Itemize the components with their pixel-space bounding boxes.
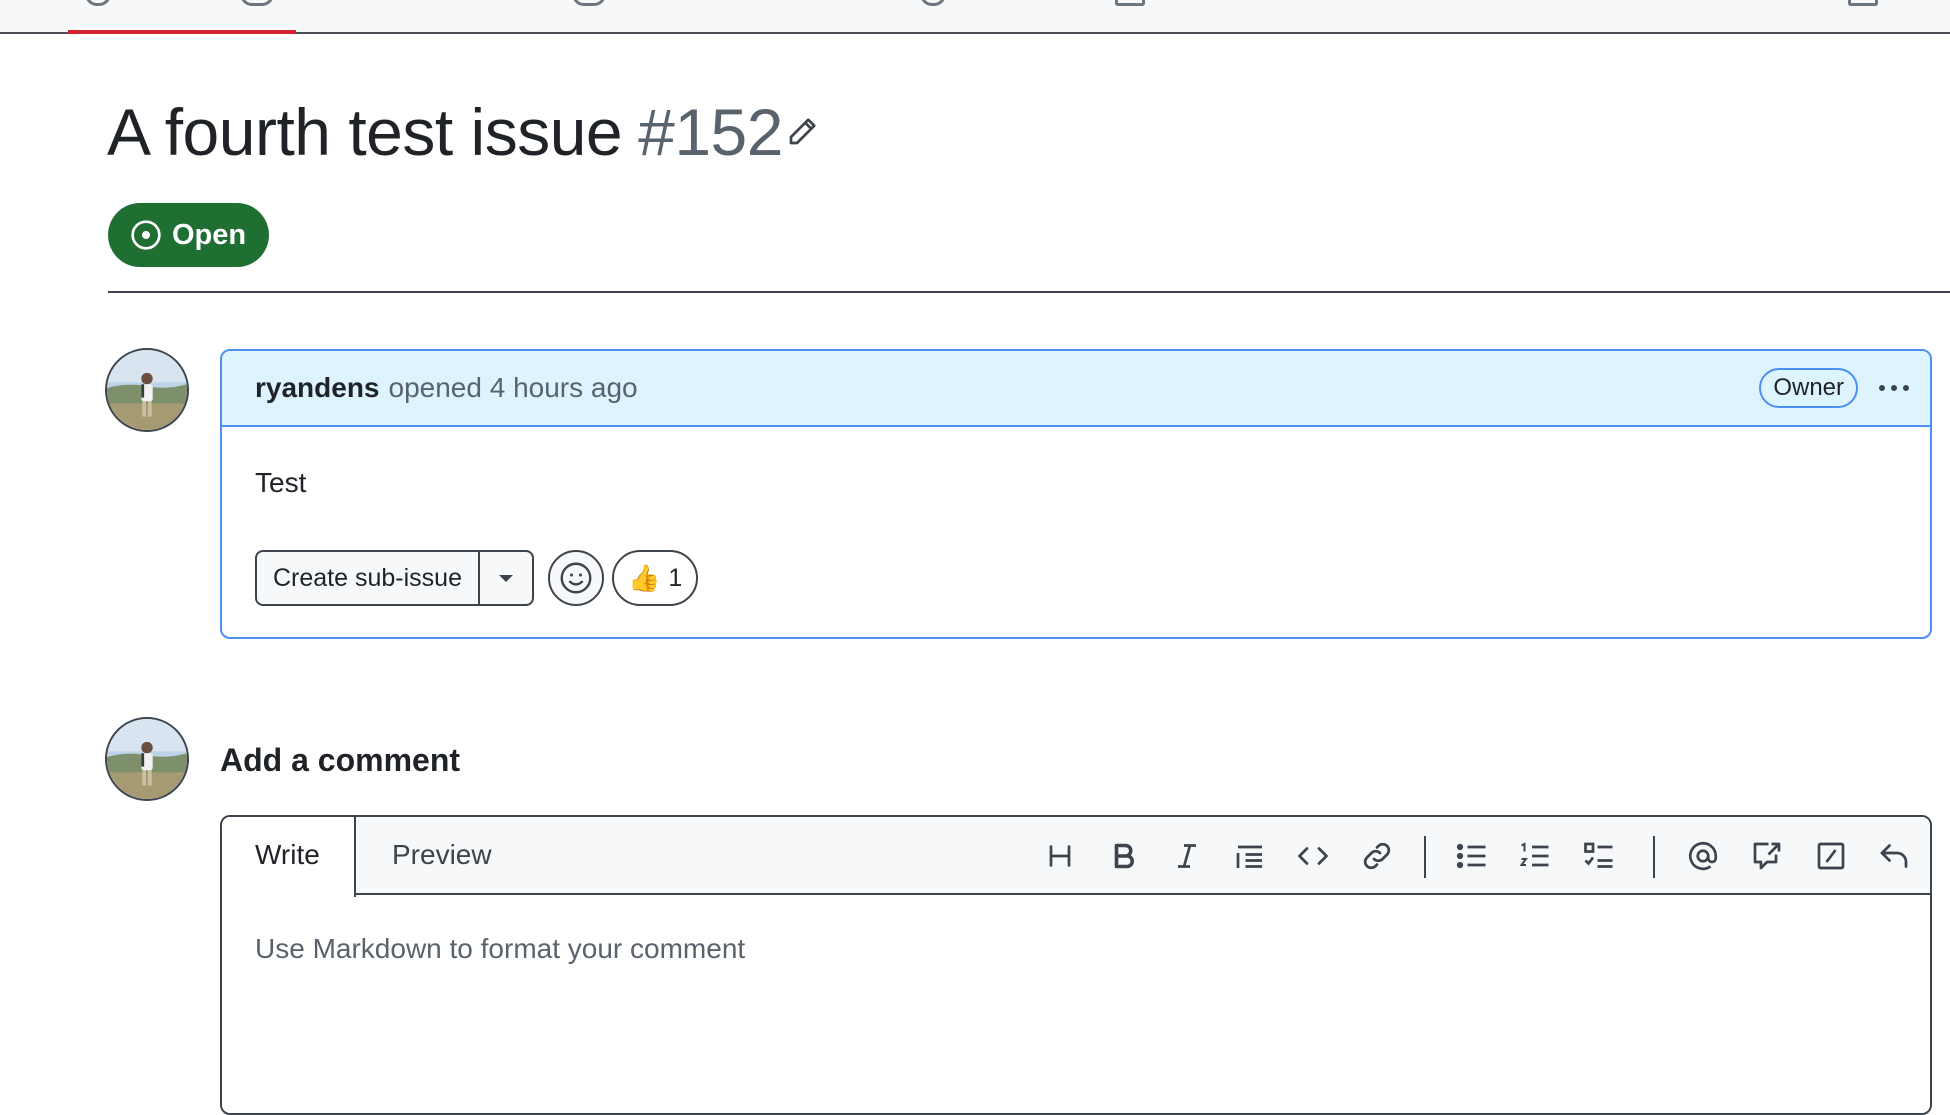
add-comment-heading: Add a comment — [220, 742, 461, 778]
comment-header: ryandens opened 4 hours ago Owner — [222, 351, 1930, 427]
repo-nav-bar — [0, 0, 1950, 34]
quote-icon[interactable] — [1232, 838, 1268, 874]
link-icon[interactable] — [1359, 838, 1395, 874]
issue-state-badge: Open — [108, 203, 269, 267]
add-reaction-button[interactable] — [547, 550, 604, 606]
undo-icon[interactable] — [1876, 838, 1912, 874]
author-avatar[interactable] — [105, 348, 189, 432]
reaction-count: 1 — [668, 563, 683, 592]
comment-actions: Create sub-issue 👍 1 — [255, 550, 699, 606]
tab-preview[interactable]: Preview — [356, 817, 522, 895]
create-sub-issue-dropdown[interactable] — [480, 552, 532, 604]
issue-title: A fourth test issue #152 — [107, 92, 783, 172]
issue-title-text: A fourth test issue — [107, 95, 623, 169]
comment-options-kebab-icon[interactable] — [1876, 373, 1912, 403]
nav-tab-icon-fragment[interactable] — [1115, 0, 1145, 6]
editor-toolbar: Write Preview — [222, 817, 1930, 897]
header-divider — [108, 291, 1950, 293]
comment-editor: Write Preview — [220, 815, 1932, 1115]
active-tab-indicator — [68, 30, 296, 34]
triangle-down-icon — [498, 575, 513, 582]
comment-body: Test — [255, 467, 307, 498]
nav-tab-icon-fragment[interactable] — [240, 0, 274, 6]
issue-number: #152 — [638, 95, 783, 169]
heading-icon[interactable] — [1042, 838, 1078, 874]
owner-role-badge: Owner — [1759, 368, 1858, 408]
nav-tab-icon-fragment[interactable] — [1848, 0, 1878, 6]
nav-tab-icon-fragment[interactable] — [920, 0, 946, 6]
current-user-avatar[interactable] — [105, 717, 189, 801]
tab-write[interactable]: Write — [222, 817, 356, 897]
nav-tab-icon-fragment[interactable] — [85, 0, 111, 6]
unordered-list-icon[interactable] — [1454, 838, 1490, 874]
task-list-icon[interactable] — [1581, 838, 1617, 874]
comment-author-link[interactable]: ryandens — [255, 372, 380, 404]
slash-commands-icon[interactable] — [1813, 838, 1849, 874]
toolbar-separator — [1653, 836, 1655, 878]
issue-open-icon — [131, 220, 161, 250]
comment-timestamp[interactable]: opened 4 hours ago — [389, 372, 638, 404]
thumbs-up-icon: 👍 — [627, 562, 661, 593]
issue-comment: ryandens opened 4 hours ago Owner Test C… — [220, 349, 1932, 639]
ordered-list-icon[interactable] — [1517, 838, 1553, 874]
mention-icon[interactable] — [1685, 838, 1721, 874]
edit-title-pencil-icon[interactable] — [785, 113, 821, 149]
cross-reference-icon[interactable] — [1749, 838, 1785, 874]
code-icon[interactable] — [1295, 838, 1331, 874]
bold-icon[interactable] — [1106, 838, 1142, 874]
create-sub-issue-split-button: Create sub-issue — [255, 550, 534, 606]
italic-icon[interactable] — [1169, 838, 1205, 874]
toolbar-separator — [1424, 836, 1426, 878]
smiley-icon — [560, 562, 592, 594]
comment-textarea[interactable] — [255, 933, 1897, 1083]
editor-body — [222, 895, 1930, 1113]
nav-tab-icon-fragment[interactable] — [572, 0, 606, 6]
issue-state-label: Open — [172, 218, 247, 251]
create-sub-issue-button[interactable]: Create sub-issue — [257, 552, 480, 604]
thumbs-up-reaction[interactable]: 👍 1 — [611, 550, 699, 606]
